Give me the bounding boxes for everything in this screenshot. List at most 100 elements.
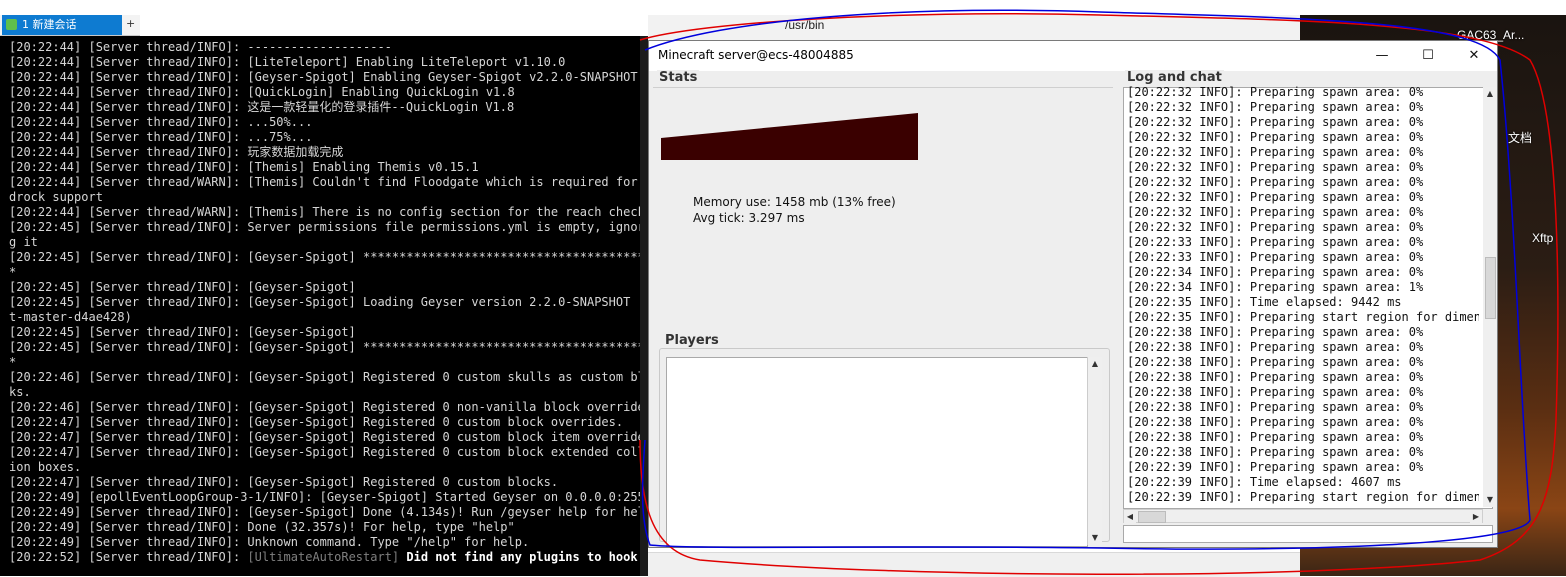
session-tab-label: 1 新建会话 — [22, 18, 77, 31]
stats-group-label: Stats — [657, 70, 700, 85]
log-line: [20:22:38 INFO]: Preparing spawn area: 0… — [1127, 355, 1424, 369]
terminal-line: [20:22:47] [Server thread/INFO]: [Geyser… — [9, 430, 648, 444]
players-group-label: Players — [663, 333, 721, 348]
log-line: [20:22:32 INFO]: Preparing spawn area: 0… — [1127, 145, 1424, 159]
log-line: [20:22:38 INFO]: Preparing spawn area: 0… — [1127, 325, 1424, 339]
scroll-right-icon[interactable]: ▶ — [1470, 510, 1482, 524]
log-output: [20:22:32 INFO]: Preparing spawn area: 0… — [1127, 85, 1479, 505]
terminal-line: [20:22:45] [Server thread/INFO]: [Geyser… — [9, 250, 648, 264]
plugin-tag: [UltimateAutoRestart] — [247, 550, 400, 564]
log-line: [20:22:32 INFO]: Preparing spawn area: 0… — [1127, 115, 1424, 129]
terminal-line: [20:22:44] [Server thread/INFO]: [LiteTe… — [9, 55, 566, 69]
log-horizontal-scrollbar[interactable]: ◀ ▶ — [1123, 509, 1483, 524]
terminal-line: [20:22:44] [Server thread/INFO]: [QuickL… — [9, 85, 515, 99]
terminal-line: [20:22:44] [Server thread/INFO]: 这是一款轻量化… — [9, 100, 515, 114]
desktop-item-label[interactable]: 文档 — [1508, 129, 1532, 146]
log-line: [20:22:35 INFO]: Preparing start region … — [1127, 310, 1479, 324]
terminal-line: [20:22:44] [Server thread/INFO]: [Geyser… — [9, 70, 638, 84]
scroll-down-icon[interactable]: ▼ — [1088, 531, 1102, 545]
terminal-line: [20:22:49] [Server thread/INFO]: Done (3… — [9, 520, 515, 534]
terminal-line: t-master-d4ae428) — [9, 310, 132, 324]
terminal-console[interactable]: [20:22:44] [Server thread/INFO]: -------… — [0, 36, 648, 576]
minimize-icon: — — [1375, 48, 1389, 63]
terminal-scrollbar[interactable] — [640, 36, 648, 576]
new-tab-button[interactable]: + — [126, 17, 135, 30]
log-group-label: Log and chat — [1125, 70, 1224, 85]
terminal-line: [20:22:47] [Server thread/INFO]: [Geyser… — [9, 445, 648, 459]
scroll-down-icon[interactable]: ▼ — [1483, 493, 1497, 507]
terminal-line: [20:22:44] [Server thread/INFO]: ...50%.… — [9, 115, 313, 129]
window-client-area: Memory use: 1458 mb (13% free) Avg tick:… — [649, 70, 1497, 547]
terminal-line: * — [9, 355, 17, 369]
log-line: [20:22:32 INFO]: Preparing spawn area: 0… — [1127, 220, 1424, 234]
session-tab[interactable]: 1 新建会话 — [2, 15, 122, 35]
memory-graph-area — [661, 113, 918, 160]
desktop-item-label[interactable]: Xftp — [1532, 231, 1553, 245]
minimize-button[interactable]: — — [1359, 41, 1405, 71]
terminal-line: [20:22:49] [Server thread/INFO]: Unknown… — [9, 535, 530, 549]
log-line: [20:22:32 INFO]: Preparing spawn area: 0… — [1127, 205, 1424, 219]
maximize-button[interactable]: ☐ — [1405, 41, 1451, 71]
terminal-line: [20:22:44] [Server thread/WARN]: [Themis… — [9, 175, 648, 189]
players-list[interactable] — [666, 357, 1088, 547]
log-line: [20:22:39 INFO]: Preparing start region … — [1127, 490, 1479, 504]
terminal-line: g it — [9, 235, 38, 249]
log-line: [20:22:39 INFO]: Time elapsed: 4607 ms — [1127, 475, 1402, 489]
log-line: [20:22:32 INFO]: Preparing spawn area: 0… — [1127, 85, 1424, 99]
memory-usage-graph — [661, 113, 918, 160]
terminal-line: [20:22:44] [Server thread/INFO]: 玩家数据加载完… — [9, 145, 344, 159]
line-prefix: [20:22:52] [Server thread/INFO]: — [9, 550, 248, 564]
avg-tick-text: Avg tick: 3.297 ms — [693, 211, 805, 225]
scroll-up-icon[interactable]: ▲ — [1483, 87, 1497, 101]
terminal-line: [20:22:49] [epollEventLoopGroup-3-1/INFO… — [9, 490, 648, 504]
stats-panel: Memory use: 1458 mb (13% free) Avg tick:… — [653, 87, 1113, 374]
players-panel: ▲ ▼ — [659, 348, 1110, 547]
log-line: [20:22:38 INFO]: Preparing spawn area: 0… — [1127, 430, 1424, 444]
command-input[interactable] — [1123, 525, 1493, 543]
terminal-line: ion boxes. — [9, 460, 82, 474]
terminal-line: [20:22:46] [Server thread/INFO]: [Geyser… — [9, 370, 648, 384]
close-icon: ✕ — [1468, 48, 1480, 63]
maximize-icon: ☐ — [1422, 48, 1434, 63]
session-icon — [6, 19, 17, 30]
background-app-toolbar — [648, 15, 1300, 41]
terminal-line: drock support — [9, 190, 103, 204]
terminal-line: [20:22:45] [Server thread/INFO]: Server … — [9, 220, 648, 234]
scroll-up-icon[interactable]: ▲ — [1088, 357, 1102, 371]
log-line: [20:22:38 INFO]: Preparing spawn area: 0… — [1127, 415, 1424, 429]
terminal-line: [20:22:44] [Server thread/WARN]: [Themis… — [9, 205, 645, 219]
log-line: [20:22:39 INFO]: Preparing spawn area: 0… — [1127, 460, 1424, 474]
scroll-left-icon[interactable]: ◀ — [1124, 510, 1136, 524]
log-scroll-thumb[interactable] — [1485, 257, 1496, 319]
log-line: [20:22:38 INFO]: Preparing spawn area: 0… — [1127, 340, 1424, 354]
terminal-line: [20:22:47] [Server thread/INFO]: [Geyser… — [9, 475, 559, 489]
terminal-line: [20:22:45] [Server thread/INFO]: [Geyser… — [9, 325, 356, 339]
close-button[interactable]: ✕ — [1451, 41, 1497, 71]
terminal-line: [20:22:45] [Server thread/INFO]: [Geyser… — [9, 280, 356, 294]
log-hscroll-thumb[interactable] — [1138, 511, 1166, 523]
terminal-line: [20:22:44] [Server thread/INFO]: [Themis… — [9, 160, 479, 174]
window-title: Minecraft server@ecs-48004885 — [658, 48, 854, 62]
log-line: [20:22:32 INFO]: Preparing spawn area: 0… — [1127, 175, 1424, 189]
log-line: [20:22:32 INFO]: Preparing spawn area: 0… — [1127, 130, 1424, 144]
terminal-line: [20:22:46] [Server thread/INFO]: [Geyser… — [9, 400, 648, 414]
log-textarea[interactable]: [20:22:32 INFO]: Preparing spawn area: 0… — [1123, 85, 1493, 509]
terminal-line: [20:22:45] [Server thread/INFO]: [Geyser… — [9, 340, 648, 354]
terminal-output: [20:22:44] [Server thread/INFO]: -------… — [9, 40, 648, 565]
log-line: [20:22:38 INFO]: Preparing spawn area: 0… — [1127, 445, 1424, 459]
terminal-line: [20:22:49] [Server thread/INFO]: [Geyser… — [9, 505, 648, 519]
background-path-text: /usr/bin — [785, 18, 825, 32]
memory-use-text: Memory use: 1458 mb (13% free) — [693, 195, 896, 209]
log-line: [20:22:33 INFO]: Preparing spawn area: 0… — [1127, 235, 1424, 249]
minecraft-server-window: Minecraft server@ecs-48004885 — ☐ ✕ Memo… — [648, 40, 1498, 548]
window-titlebar[interactable]: Minecraft server@ecs-48004885 — ☐ ✕ — [649, 41, 1497, 71]
log-line: [20:22:32 INFO]: Preparing spawn area: 0… — [1127, 160, 1424, 174]
terminal-line: [20:22:44] [Server thread/INFO]: -------… — [9, 40, 392, 54]
line-message: Did not find any plugins to hook in — [399, 550, 648, 564]
log-vertical-scrollbar[interactable]: ▲ ▼ — [1483, 87, 1497, 507]
terminal-line: [20:22:44] [Server thread/INFO]: ...75%.… — [9, 130, 313, 144]
log-line: [20:22:32 INFO]: Preparing spawn area: 0… — [1127, 190, 1424, 204]
players-scrollbar[interactable]: ▲ ▼ — [1087, 357, 1102, 545]
terminal-line: [20:22:45] [Server thread/INFO]: [Geyser… — [9, 295, 648, 309]
log-line: [20:22:38 INFO]: Preparing spawn area: 0… — [1127, 400, 1424, 414]
